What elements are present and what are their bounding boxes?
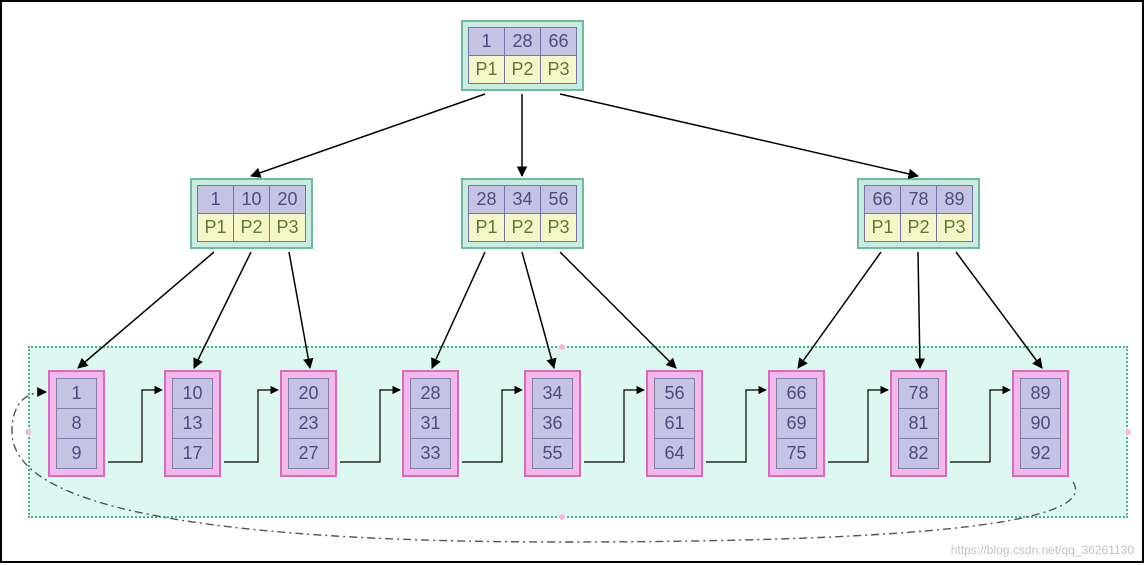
leaf5-v1: 61 [655,409,695,439]
leaf5-v2: 64 [655,439,695,469]
leaf1-v2: 17 [173,439,213,469]
int2-key1: 78 [901,186,937,214]
int1-key2: 56 [541,186,577,214]
leaf-node-5: 56 61 64 [646,370,703,477]
edge-root-int0 [251,94,485,176]
int2-ptr0: P1 [865,214,901,242]
root-table: 1 28 66 P1 P2 P3 [468,27,577,84]
leaf1-v0: 10 [173,379,213,409]
root-key-1: 28 [505,28,541,56]
int1-ptr2: P3 [541,214,577,242]
root-ptr-2: P3 [541,56,577,84]
leaf8-v2: 92 [1021,439,1061,469]
leaf6-v1: 69 [777,409,817,439]
leaf0-v1: 8 [57,409,97,439]
leaf2-v1: 23 [289,409,329,439]
int0-ptr1: P2 [234,214,270,242]
edge-root-int2 [560,94,918,176]
int0-key0: 1 [198,186,234,214]
leaf1-v1: 13 [173,409,213,439]
internal-node-0: 1 10 20 P1 P2 P3 [190,178,313,249]
leaf2-v0: 20 [289,379,329,409]
leaf3-v2: 33 [411,439,451,469]
leaf-node-3: 28 31 33 [402,370,459,477]
leaf4-v0: 34 [533,379,573,409]
leaf3-v0: 28 [411,379,451,409]
int0-ptr2: P3 [270,214,306,242]
int1-ptr0: P1 [469,214,505,242]
int0-ptr0: P1 [198,214,234,242]
leaf-node-4: 34 36 55 [524,370,581,477]
int2-ptr2: P3 [937,214,973,242]
leaf8-v0: 89 [1021,379,1061,409]
leaf8-v1: 90 [1021,409,1061,439]
internal-node-1: 28 34 56 P1 P2 P3 [461,178,584,249]
leaf3-v1: 31 [411,409,451,439]
leaf6-v0: 66 [777,379,817,409]
int1-key1: 34 [505,186,541,214]
int2-key0: 66 [865,186,901,214]
leaf2-v2: 27 [289,439,329,469]
leaf7-v0: 78 [899,379,939,409]
leaf6-v2: 75 [777,439,817,469]
root-ptr-0: P1 [469,56,505,84]
int2-key2: 89 [937,186,973,214]
leaf7-v2: 82 [899,439,939,469]
leaf0-v2: 9 [57,439,97,469]
watermark-text: https://blog.csdn.net/qq_36261130 [951,543,1134,557]
root-key-0: 1 [469,28,505,56]
leaf-node-8: 89 90 92 [1012,370,1069,477]
internal-node-2: 66 78 89 P1 P2 P3 [857,178,980,249]
leaf5-v0: 56 [655,379,695,409]
leaf0-v0: 1 [57,379,97,409]
int2-ptr1: P2 [901,214,937,242]
int0-key1: 10 [234,186,270,214]
root-node: 1 28 66 P1 P2 P3 [461,20,584,91]
leaf4-v1: 36 [533,409,573,439]
int1-key0: 28 [469,186,505,214]
leaf-node-2: 20 23 27 [280,370,337,477]
leaf-node-1: 10 13 17 [164,370,221,477]
leaf4-v2: 55 [533,439,573,469]
root-ptr-1: P2 [505,56,541,84]
leaf-node-0: 1 8 9 [48,370,105,477]
leaf-node-6: 66 69 75 [768,370,825,477]
btree-diagram: { "chart_data": { "type": "tree", "title… [0,0,1144,563]
leaf-node-7: 78 81 82 [890,370,947,477]
int1-ptr1: P2 [505,214,541,242]
leaf7-v1: 81 [899,409,939,439]
root-key-2: 66 [541,28,577,56]
int0-key2: 20 [270,186,306,214]
